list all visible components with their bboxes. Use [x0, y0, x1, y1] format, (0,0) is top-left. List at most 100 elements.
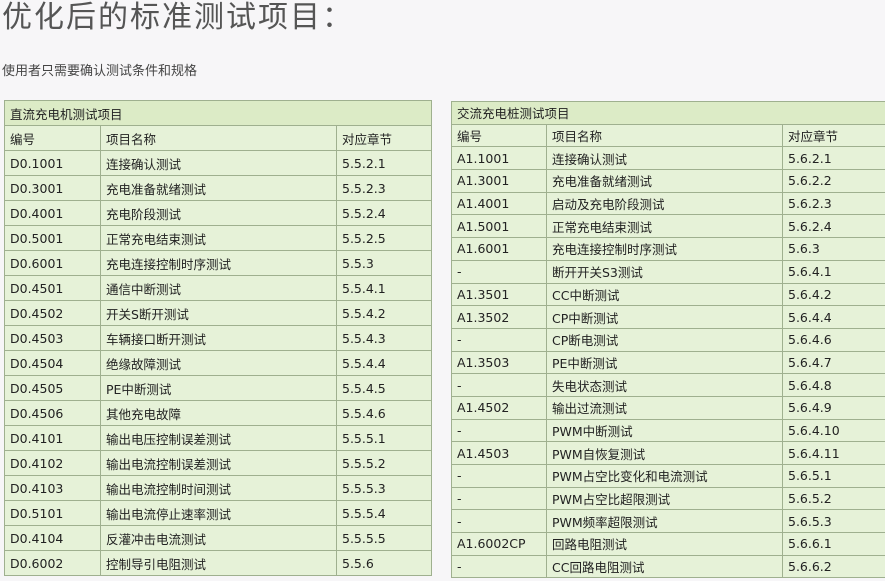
- test-id-cell: A1.3503: [451, 350, 547, 375]
- test-id-cell: D0.4501: [4, 275, 101, 301]
- section-cell: 5.6.2.3: [782, 191, 885, 216]
- section-cell: 5.6.5.1: [782, 464, 885, 488]
- test-id-cell: D0.4502: [4, 300, 101, 326]
- test-id-cell: A1.3502: [451, 305, 547, 329]
- table-header-row: 编号 项目名称 对应章节: [4, 125, 432, 151]
- test-id-cell: D0.4505: [4, 375, 101, 401]
- table-row: D0.3001 充电准备就绪测试 5.5.2.3: [4, 175, 432, 201]
- test-id-cell: -: [451, 259, 547, 284]
- test-name-cell: 反灌冲击电流测试: [100, 525, 337, 551]
- section-cell: 5.5.2.3: [336, 175, 432, 201]
- test-id-cell: -: [451, 486, 547, 511]
- table-row: D0.6001 充电连接控制时序测试 5.5.3: [4, 250, 432, 276]
- table-row: - PWM中断测试 5.6.4.10: [451, 418, 885, 443]
- section-cell: 5.5.4.5: [336, 375, 432, 401]
- section-cell: 5.6.4.7: [782, 350, 885, 375]
- test-name-cell: 充电准备就绪测试: [546, 169, 783, 193]
- test-id-cell: A1.4502: [451, 395, 547, 420]
- test-id-cell: D0.4101: [4, 425, 101, 451]
- section-cell: 5.5.5.3: [336, 475, 432, 501]
- table-caption-row: 交流充电桩测试项目: [451, 101, 885, 125]
- test-name-cell: 启动及充电阶段测试: [546, 191, 783, 216]
- test-id-cell: A1.6001: [451, 237, 547, 261]
- test-id-cell: D0.4001: [4, 200, 101, 226]
- section-cell: 5.6.2.2: [782, 169, 885, 193]
- test-id-cell: A1.3001: [451, 169, 547, 193]
- test-name-cell: PWM中断测试: [546, 418, 783, 443]
- test-id-cell: -: [451, 509, 547, 534]
- test-id-cell: -: [451, 418, 547, 443]
- section-cell: 5.6.4.9: [782, 395, 885, 420]
- section-cell: 5.5.4.1: [336, 275, 432, 301]
- test-name-cell: 充电准备就绪测试: [100, 175, 337, 201]
- table-row: D0.4502 开关S断开测试 5.5.4.2: [4, 300, 432, 326]
- test-name-cell: PE中断测试: [100, 375, 337, 401]
- test-name-cell: PWM自恢复测试: [546, 441, 783, 465]
- test-name-cell: CP中断测试: [546, 305, 783, 329]
- section-cell: 5.6.4.6: [782, 327, 885, 352]
- test-id-cell: D0.1001: [4, 150, 101, 176]
- table-row: D0.4504 绝缘故障测试 5.5.4.4: [4, 350, 432, 376]
- section-cell: 5.5.6: [336, 550, 432, 576]
- section-cell: 5.6.6.2: [782, 554, 885, 579]
- table-row: - PWM频率超限测试 5.6.5.3: [451, 509, 885, 534]
- section-cell: 5.6.4.10: [782, 418, 885, 443]
- column-header: 项目名称: [546, 123, 783, 148]
- section-cell: 5.5.2.4: [336, 200, 432, 226]
- test-name-cell: 通信中断测试: [100, 275, 337, 301]
- test-name-cell: 正常充电结束测试: [546, 214, 783, 239]
- table-row: A1.4502 输出过流测试 5.6.4.9: [451, 395, 885, 420]
- test-id-cell: A1.4503: [451, 441, 547, 465]
- section-cell: 5.6.4.1: [782, 259, 885, 284]
- test-id-cell: D0.4503: [4, 325, 101, 351]
- test-name-cell: 输出电流控制时间测试: [100, 475, 337, 501]
- table-row: D0.4104 反灌冲击电流测试 5.5.5.5: [4, 525, 432, 551]
- table-row: D0.5001 正常充电结束测试 5.5.2.5: [4, 225, 432, 251]
- test-name-cell: 失电状态测试: [546, 373, 783, 397]
- test-name-cell: PWM占空比超限测试: [546, 486, 783, 511]
- ac-charging-pile-test-table: 交流充电桩测试项目 编号 项目名称 对应章节 A1.1001 连接确认测试 5.6.2.1 A…: [451, 101, 885, 579]
- test-id-cell: D0.4104: [4, 525, 101, 551]
- test-name-cell: 输出过流测试: [546, 395, 783, 420]
- table-row: D0.4506 其他充电故障 5.5.4.6: [4, 400, 432, 426]
- section-cell: 5.5.2.5: [336, 225, 432, 251]
- page-title: 优化后的标准测试项目：: [2, 0, 354, 35]
- test-id-cell: A1.4001: [451, 191, 547, 216]
- test-name-cell: 输出电流控制误差测试: [100, 450, 337, 476]
- section-cell: 5.5.4.2: [336, 300, 432, 326]
- table-row: - CP断电测试 5.6.4.6: [451, 327, 885, 352]
- page-subtitle: 使用者只需要确认测试条件和规格: [2, 64, 198, 79]
- section-cell: 5.5.5.4: [336, 500, 432, 526]
- table-row: D0.1001 连接确认测试 5.5.2.1: [4, 150, 432, 176]
- table-row: D0.4503 车辆接口断开测试 5.5.4.3: [4, 325, 432, 351]
- test-name-cell: CC中断测试: [546, 282, 783, 307]
- test-name-cell: 断开开关S3测试: [546, 259, 783, 284]
- test-name-cell: 车辆接口断开测试: [100, 325, 337, 351]
- table-row: A1.6001 充电连接控制时序测试 5.6.3: [451, 237, 885, 261]
- test-id-cell: A1.1001: [451, 146, 547, 171]
- section-cell: 5.6.4.8: [782, 373, 885, 397]
- section-cell: 5.5.4.4: [336, 350, 432, 376]
- table-caption-row: 直流充电机测试项目: [4, 100, 432, 126]
- test-id-cell: D0.5101: [4, 500, 101, 526]
- test-name-cell: PWM占空比变化和电流测试: [546, 464, 783, 488]
- test-name-cell: CC回路电阻测试: [546, 554, 783, 579]
- test-id-cell: D0.3001: [4, 175, 101, 201]
- test-id-cell: D0.4102: [4, 450, 101, 476]
- test-name-cell: 充电连接控制时序测试: [100, 250, 337, 276]
- test-id-cell: -: [451, 554, 547, 579]
- column-header: 编号: [4, 125, 101, 151]
- test-name-cell: 回路电阻测试: [546, 532, 783, 556]
- test-name-cell: 正常充电结束测试: [100, 225, 337, 251]
- table-row: D0.6002 控制导引电阻测试 5.5.6: [4, 550, 432, 576]
- column-header: 对应章节: [782, 123, 885, 148]
- test-id-cell: A1.5001: [451, 214, 547, 239]
- test-name-cell: 开关S断开测试: [100, 300, 337, 326]
- test-name-cell: 输出电压控制误差测试: [100, 425, 337, 451]
- test-name-cell: CP断电测试: [546, 327, 783, 352]
- test-name-cell: PWM频率超限测试: [546, 509, 783, 534]
- table-row: - 失电状态测试 5.6.4.8: [451, 373, 885, 397]
- section-cell: 5.5.4.6: [336, 400, 432, 426]
- test-name-cell: 绝缘故障测试: [100, 350, 337, 376]
- table-row: - CC回路电阻测试 5.6.6.2: [451, 554, 885, 579]
